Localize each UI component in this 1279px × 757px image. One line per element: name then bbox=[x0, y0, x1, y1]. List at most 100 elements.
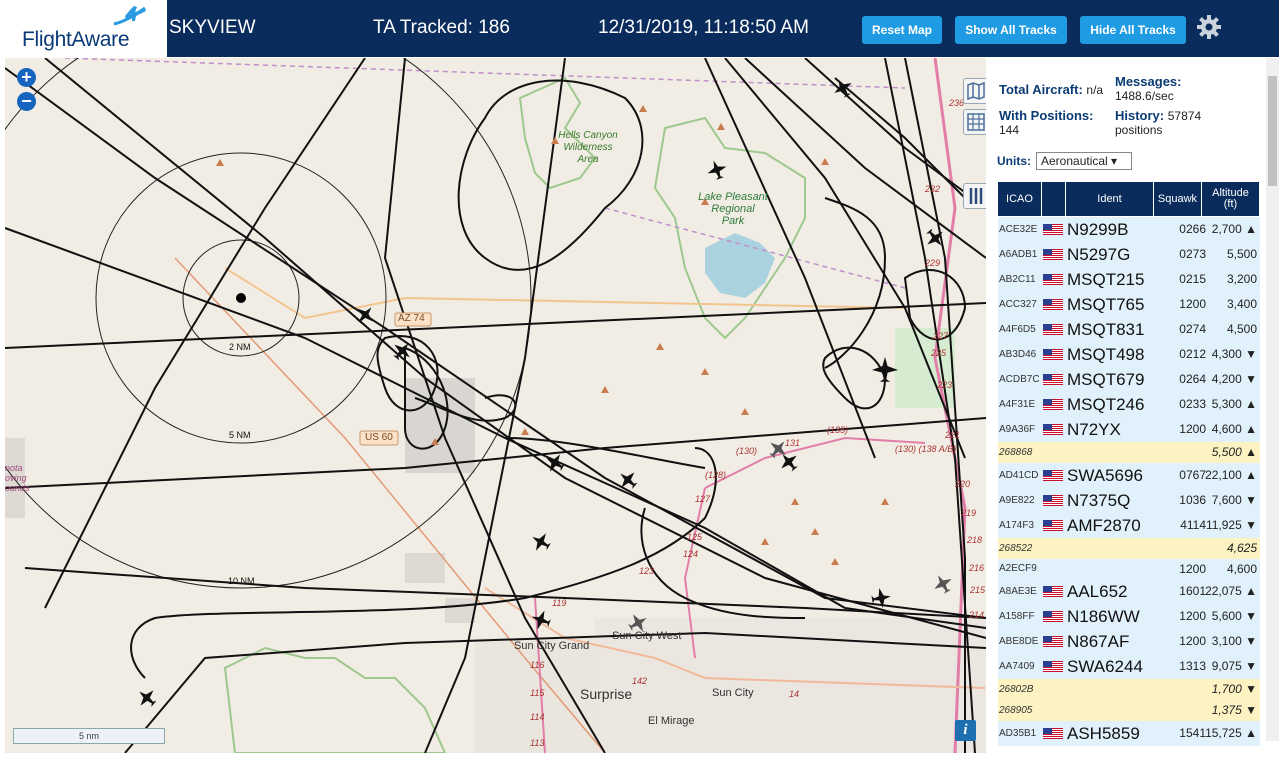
col-squawk[interactable]: Squawk bbox=[1154, 182, 1202, 216]
info-button[interactable]: i bbox=[955, 720, 976, 741]
squawk-cell: 1313 bbox=[1179, 659, 1206, 673]
squawk-cell: 1200 bbox=[1179, 562, 1206, 576]
col-flag[interactable] bbox=[1042, 182, 1066, 216]
zoom-out-button[interactable]: − bbox=[17, 92, 36, 111]
altitude-cell: 4,600 ▲ bbox=[1211, 422, 1257, 436]
mile-marker: 123 bbox=[639, 566, 655, 576]
boundary-line bbox=[64, 58, 906, 89]
ident-cell: SWA5696 bbox=[1067, 466, 1143, 485]
mile-marker: 127 bbox=[695, 494, 711, 504]
us-flag-icon bbox=[1043, 661, 1063, 672]
altitude-cell: 9,075 ▼ bbox=[1211, 659, 1257, 673]
mile-marker: 219 bbox=[961, 508, 977, 518]
squawk-cell: 1541 bbox=[1179, 726, 1206, 740]
map-canvas[interactable] bbox=[5, 58, 986, 753]
mile-marker: 115 bbox=[530, 688, 545, 698]
sun-city-grand-label: Sun City Grand bbox=[514, 640, 590, 652]
reset-map-button[interactable]: Reset Map bbox=[862, 16, 942, 44]
table-row[interactable]: A6ADB1 N5297G 0273 5,500 bbox=[998, 242, 1260, 267]
table-row[interactable]: A9E822 N7375Q 1036 7,600 ▼ bbox=[998, 488, 1260, 513]
flightaware-logo[interactable]: FlightAware bbox=[0, 0, 167, 57]
table-row[interactable]: AD35B1 ASH5859 1541 15,725 ▲ bbox=[998, 721, 1260, 746]
label-line: nota bbox=[5, 463, 23, 473]
label-line: Hells Canyon bbox=[558, 130, 618, 141]
map-view[interactable]: Hells Canyon Wilderness Area Lake Pleasa… bbox=[5, 58, 986, 753]
table-row[interactable]: 26802B 1,700 ▼ bbox=[998, 679, 1260, 700]
us-flag-icon bbox=[1043, 636, 1063, 647]
map-layer-button[interactable] bbox=[963, 78, 986, 104]
mile-marker: 216 bbox=[969, 563, 985, 573]
ident-cell: MSQT498 bbox=[1067, 345, 1145, 364]
table-row[interactable]: AB3D46 MSQT498 0212 4,300 ▼ bbox=[998, 342, 1260, 367]
table-row[interactable]: ACE32E N9299B 0266 2,700 ▲ bbox=[998, 217, 1260, 242]
aircraft-panel: Total Aircraft: n/a Messages: 1488.6/sec… bbox=[988, 58, 1279, 757]
hide-all-tracks-button[interactable]: Hide All Tracks bbox=[1080, 16, 1186, 44]
with-positions-label: With Positions: bbox=[999, 108, 1094, 123]
altitude-cell: 11,925 ▼ bbox=[1205, 518, 1257, 532]
squawk-cell: 0767 bbox=[1179, 468, 1206, 482]
altitude-cell: 4,600 bbox=[1226, 562, 1257, 576]
table-row[interactable]: AA7409 SWA6244 1313 9,075 ▼ bbox=[998, 654, 1260, 679]
table-row[interactable]: 268905 1,375 ▼ bbox=[998, 700, 1260, 721]
table-row[interactable]: A174F3 AMF2870 4114 11,925 ▼ bbox=[998, 513, 1260, 538]
table-row[interactable]: A4F31E MSQT246 0233 5,300 ▲ bbox=[998, 392, 1260, 417]
total-aircraft-value: n/a bbox=[1086, 83, 1104, 97]
table-row[interactable]: ABE8DE N867AF 1200 3,100 ▼ bbox=[998, 629, 1260, 654]
total-aircraft-stat: Total Aircraft: n/a bbox=[999, 82, 1103, 97]
col-ident[interactable]: Ident bbox=[1066, 182, 1154, 216]
table-row[interactable]: ACDB7C MSQT679 0264 4,200 ▼ bbox=[998, 367, 1260, 392]
aircraft-markers[interactable] bbox=[133, 74, 949, 711]
ident-cell: N186WW bbox=[1067, 607, 1140, 626]
squawk-cell: 1200 bbox=[1179, 634, 1206, 648]
squawk-cell: 0266 bbox=[1179, 222, 1206, 236]
altitude-cell: 4,200 ▼ bbox=[1211, 372, 1257, 386]
squawk-cell: 1200 bbox=[1179, 297, 1206, 311]
show-all-tracks-button[interactable]: Show All Tracks bbox=[955, 16, 1067, 44]
icao-cell: A4F31E bbox=[999, 399, 1036, 410]
us-flag-icon bbox=[1043, 399, 1063, 410]
aircraft-list: ACE32E N9299B 0266 2,700 ▲ A6ADB1 N5297G 0273 5… bbox=[998, 217, 1260, 746]
icao-cell: ACC327 bbox=[999, 299, 1037, 310]
table-row[interactable]: A9A36F N72YX 1200 4,600 ▲ bbox=[998, 417, 1260, 442]
columns-button[interactable] bbox=[963, 183, 986, 209]
units-select[interactable]: Aeronautical ▾ bbox=[1036, 152, 1132, 170]
scale-bar: 5 nm bbox=[13, 728, 165, 744]
label-line: Wilderness bbox=[563, 142, 613, 153]
altitude-cell: 7,600 ▼ bbox=[1211, 493, 1257, 507]
panel-scrollbar[interactable] bbox=[1266, 58, 1279, 741]
edge-label: nota oving ounds bbox=[5, 463, 30, 493]
mile-marker: 116 bbox=[530, 660, 545, 670]
hells-canyon-label: Hells Canyon Wilderness Area bbox=[553, 130, 623, 166]
history-value: 57874 bbox=[1167, 109, 1202, 123]
table-row[interactable]: 268868 5,500 ▲ bbox=[998, 442, 1260, 463]
altitude-cell: 4,500 bbox=[1226, 322, 1257, 336]
col-altitude[interactable]: Altitude (ft) bbox=[1202, 182, 1260, 216]
table-row[interactable]: A8AE3E AAL652 1601 22,075 ▲ bbox=[998, 579, 1260, 604]
altitude-cell: 5,500 bbox=[1226, 247, 1257, 261]
altitude-cell: 15,725 ▲ bbox=[1205, 726, 1257, 740]
icao-cell: A6ADB1 bbox=[999, 249, 1038, 260]
squawk-cell: 0212 bbox=[1179, 347, 1206, 361]
mile-marker: 232 bbox=[925, 184, 941, 194]
table-row[interactable]: AD41CD SWA5696 0767 22,100 ▲ bbox=[998, 463, 1260, 488]
icao-cell: AB2C11 bbox=[999, 274, 1036, 285]
table-row[interactable]: A158FF N186WW 1200 5,600 ▼ bbox=[998, 604, 1260, 629]
icao-cell: ABE8DE bbox=[999, 636, 1039, 647]
altitude-cell: 1,375 ▼ bbox=[1211, 703, 1257, 717]
table-row[interactable]: AB2C11 MSQT215 0215 3,200 bbox=[998, 267, 1260, 292]
zoom-in-button[interactable]: + bbox=[17, 68, 36, 87]
table-row[interactable]: A2ECF9 1200 4,600 bbox=[998, 559, 1260, 579]
us-flag-icon bbox=[1043, 249, 1063, 260]
grid-view-button[interactable] bbox=[963, 109, 986, 135]
mile-marker: 218 bbox=[967, 535, 983, 545]
history-label: History: bbox=[1115, 108, 1165, 123]
table-row[interactable]: 268522 4,625 bbox=[998, 538, 1260, 559]
table-row[interactable]: A4F6D5 MSQT831 0274 4,500 bbox=[998, 317, 1260, 342]
table-row[interactable]: ACC327 MSQT765 1200 3,400 bbox=[998, 292, 1260, 317]
gear-icon[interactable] bbox=[1196, 14, 1222, 40]
history-unit: positions bbox=[1115, 123, 1163, 137]
col-icao[interactable]: ICAO bbox=[998, 182, 1042, 216]
scrollbar-thumb[interactable] bbox=[1268, 76, 1277, 186]
squawk-cell: 0264 bbox=[1179, 372, 1206, 386]
icao-cell: 26802B bbox=[999, 684, 1034, 695]
